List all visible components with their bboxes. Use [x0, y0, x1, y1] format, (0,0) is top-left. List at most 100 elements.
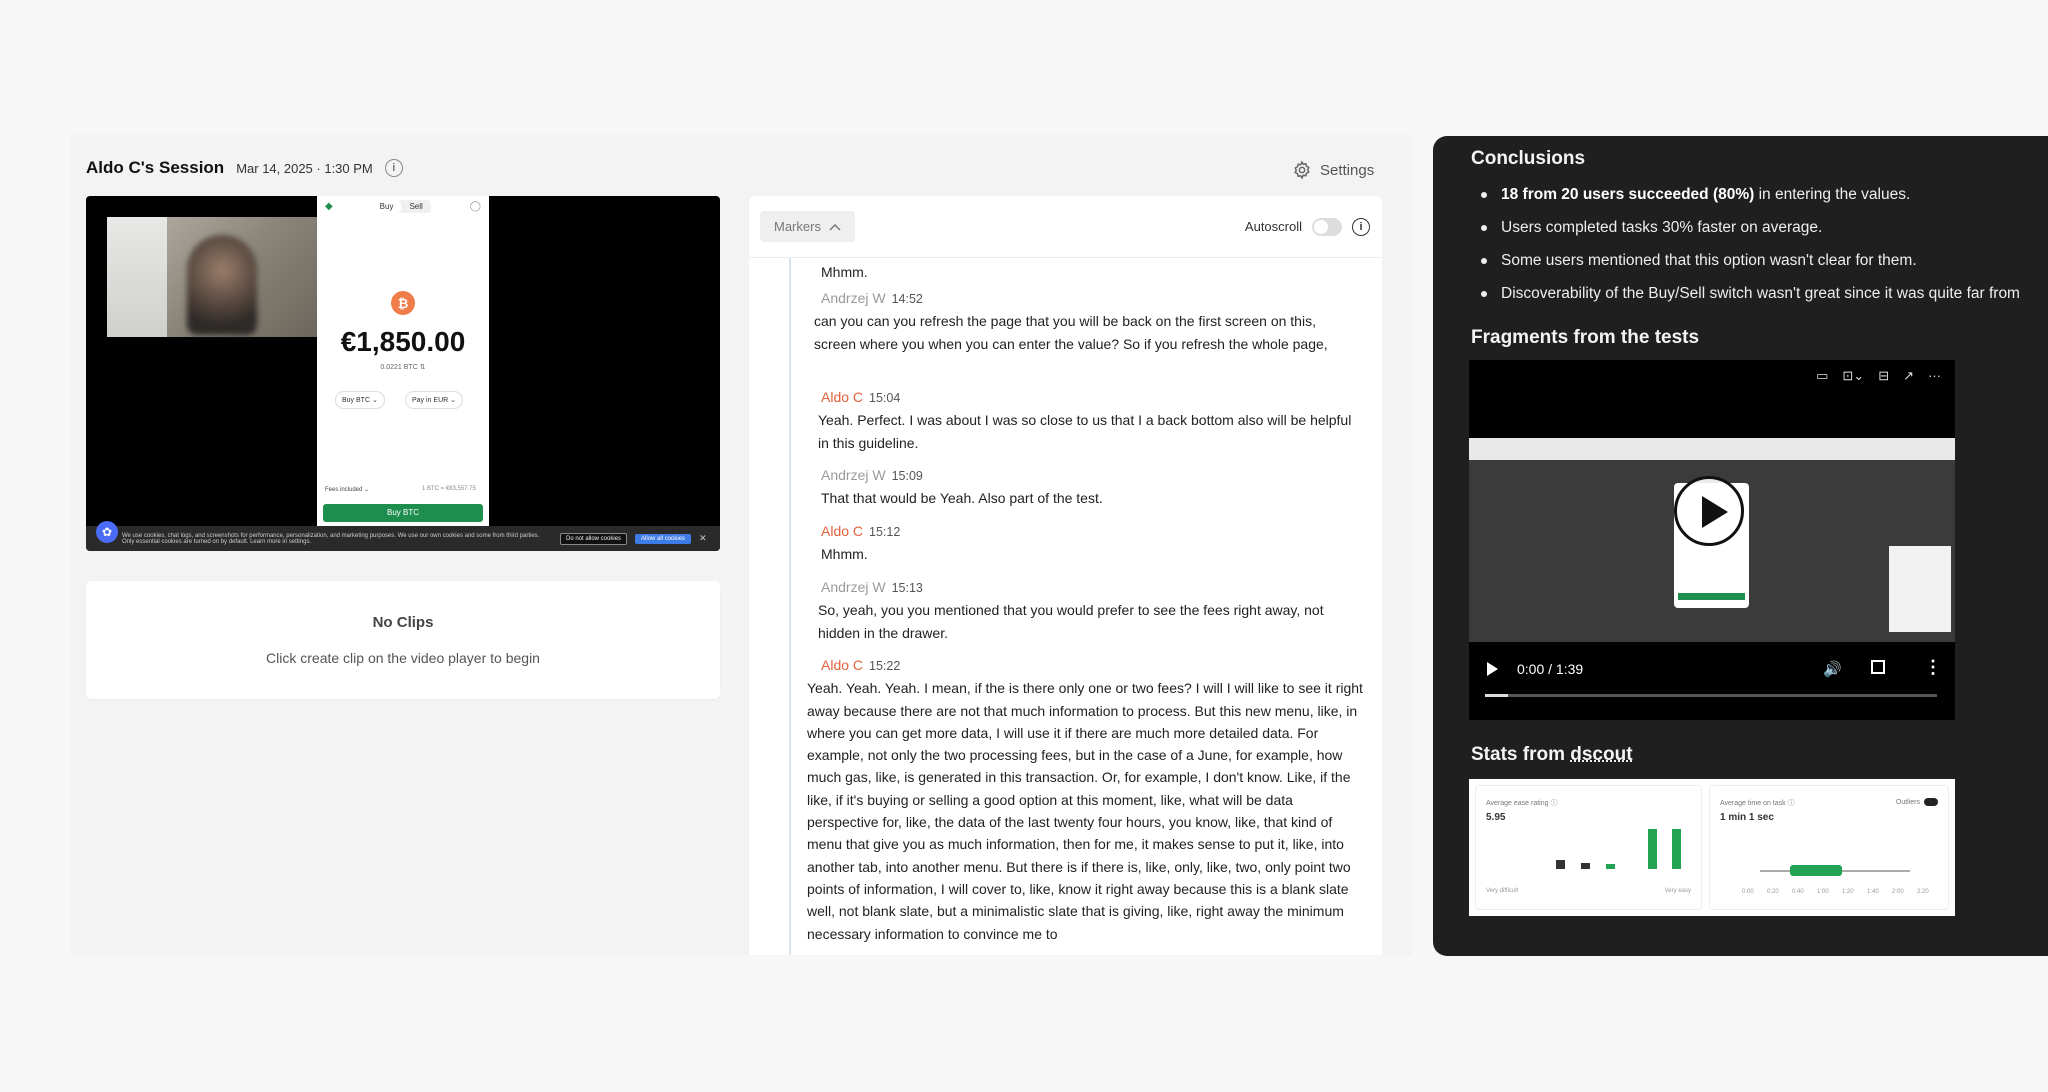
bullet-bold: 18 from 20 users succeeded (80%) [1501, 186, 1755, 203]
time-axis-tick: 0:00 [1742, 889, 1754, 895]
buy-tab: Buy [371, 200, 402, 213]
cookie-banner: We use cookies, chat logs, and screensho… [86, 526, 720, 551]
bitcoin-icon: ₿ [391, 291, 415, 315]
dscout-link[interactable]: dscout [1570, 744, 1632, 765]
buy-btc-button: Buy BTC [323, 504, 483, 522]
video-progress[interactable] [1485, 694, 1937, 697]
settings-button[interactable]: Settings [1292, 160, 1374, 180]
shared-app-screen: ◆ Buy Sell ◯ ₿ €1,850.00 0.0221 BTC ⇅ Bu… [317, 196, 489, 526]
ease-bar [1581, 863, 1590, 869]
transcript-entry[interactable]: Andrzej W 15:09 That that would be Yeah. … [821, 464, 1361, 510]
fees-value: 1 BTC = €83,557.75 [422, 486, 476, 492]
participant-face [187, 235, 257, 335]
autoscroll-toggle[interactable] [1312, 217, 1342, 236]
outliers-toggle[interactable] [1924, 798, 1938, 806]
more-vertical-icon[interactable]: ⋮ [1924, 658, 1942, 676]
volume-icon[interactable]: 🔊 [1823, 660, 1842, 678]
ease-bar [1648, 829, 1657, 869]
time-axis-tick: 1:40 [1867, 889, 1879, 895]
cookie-settings-icon: ✿ [96, 521, 118, 543]
cookie-accept-button: Allow all cookies [635, 533, 692, 544]
time-axis-tick: 0:20 [1767, 889, 1779, 895]
buy-btc-pill: Buy BTC ⌄ [335, 391, 385, 409]
pay-eur-pill: Pay in EUR ⌄ [405, 391, 463, 409]
fragment-video-player[interactable]: ▭ ⊡⌄ ⊟ ↗ ··· 0:00 / 1:39 🔊 ⋮ [1469, 360, 1955, 720]
stats-card: Average ease rating ⓘ 5.95 Very difficul… [1469, 779, 1955, 916]
ease-low-label: Very difficult [1486, 888, 1519, 894]
transcript-entry[interactable]: Andrzej W 15:13 So, yeah, you you mention… [818, 576, 1368, 644]
clips-title: No Clips [372, 614, 434, 631]
speaker-name: Aldo C [821, 389, 864, 405]
entry-text: That that would be Yeah. Also part of th… [821, 490, 1103, 507]
fullscreen-icon[interactable] [1871, 660, 1885, 674]
play-icon[interactable] [1674, 476, 1744, 546]
timestamp: 15:22 [869, 659, 901, 673]
entry-text: So, yeah, you you mentioned that you wou… [818, 602, 1324, 641]
markers-button[interactable]: Markers [760, 211, 855, 242]
autoscroll-control: Autoscroll i [1244, 217, 1370, 236]
cookie-decline-button: Do not allow cookies [560, 532, 628, 545]
ease-bar [1672, 829, 1681, 869]
fragments-title: Fragments from the tests [1471, 327, 1700, 348]
conclusions-list: 18 from 20 users succeeded (80%) in ente… [1471, 178, 2048, 310]
info-icon[interactable]: i [384, 159, 403, 177]
cookie-text: We use cookies, chat logs, and screensho… [122, 532, 540, 545]
ease-high-label: Very easy [1664, 888, 1691, 894]
ease-label: Average ease rating ⓘ [1486, 800, 1558, 807]
list-item: Users completed tasks 30% faster on aver… [1471, 211, 2048, 244]
stats-title: Stats from dscout [1471, 744, 1633, 766]
entry-text: Yeah. Yeah. Yeah. I mean, if the is ther… [807, 680, 1363, 942]
time-axis-tick: 1:00 [1817, 889, 1829, 895]
transcript-panel[interactable]: Markers Autoscroll i Mhmm. Andrzej W 14:5… [749, 196, 1382, 955]
speaker-name: Andrzej W [821, 290, 886, 306]
timestamp: 15:13 [891, 581, 923, 595]
ease-bar [1556, 860, 1565, 869]
outliers-label: Outliers [1895, 798, 1920, 806]
layout-icon[interactable]: ⊡⌄ [1842, 368, 1864, 384]
sell-tab: Sell [409, 202, 423, 211]
settings-label: Settings [1320, 161, 1375, 179]
buy-sell-toggle: Buy Sell [371, 200, 431, 213]
transcript-entry[interactable]: Aldo C 15:22 Yeah. Yeah. Yeah. I mean, if… [807, 654, 1365, 945]
session-video-player[interactable]: ◆ Buy Sell ◯ ₿ €1,850.00 0.0221 BTC ⇅ Bu… [86, 196, 720, 551]
speaker-name: Andrzej W [821, 467, 886, 483]
transcript-entry[interactable]: Mhmm. [821, 261, 1361, 283]
amount-display: €1,850.00 [340, 326, 466, 357]
entry-text: can you can you refresh the page that yo… [814, 313, 1328, 352]
profile-icon: ◯ [469, 201, 481, 212]
transcript-toolbar: Markers Autoscroll i [749, 196, 1382, 258]
open-external-icon[interactable]: ↗ [1903, 368, 1914, 384]
time-axis-tick: 2:00 [1892, 889, 1904, 895]
entry-text: Mhmm. [821, 546, 868, 563]
conclusions-title: Conclusions [1471, 148, 1586, 169]
transcript-entry[interactable]: Andrzej W 14:52 can you can you refresh t… [814, 287, 1354, 355]
present-icon[interactable]: ⊟ [1878, 368, 1889, 384]
ease-rating-box: Average ease rating ⓘ 5.95 Very difficul… [1475, 785, 1702, 910]
video-controls: 0:00 / 1:39 🔊 ⋮ [1469, 642, 1955, 720]
comment-icon[interactable]: ▭ [1816, 368, 1828, 384]
time-axis-tick: 1:20 [1842, 889, 1854, 895]
timestamp: 15:04 [869, 391, 901, 405]
bullet-text: in entering the values. [1754, 186, 1911, 203]
session-date: Mar 14, 2025 · 1:30 PM [236, 160, 373, 176]
chevron-up-icon [829, 223, 841, 231]
time-on-task-box: Average time on task ⓘ 1 min 1 sec Outli… [1709, 785, 1949, 910]
transcript-entry[interactable]: Aldo C 15:12 Mhmm. [821, 520, 1361, 566]
list-item: Some users mentioned that this option wa… [1471, 244, 2048, 277]
speaker-name: Aldo C [821, 523, 864, 539]
transcript-entry[interactable]: Aldo C 15:04 Yeah. Perfect. I was about I… [818, 386, 1358, 454]
time-axis-tick: 0:40 [1792, 889, 1804, 895]
autoscroll-label: Autoscroll [1244, 219, 1302, 234]
progress-fill [1485, 694, 1508, 697]
ease-value: 5.95 [1486, 812, 1506, 823]
time-axis-tick: 2:20 [1917, 889, 1929, 895]
info-icon[interactable]: i [1352, 217, 1370, 236]
play-button[interactable] [1487, 662, 1498, 676]
stats-title-prefix: Stats from [1471, 744, 1571, 765]
more-icon[interactable]: ··· [1928, 368, 1941, 384]
fees-label: Fees included ⌄ [325, 487, 370, 493]
clips-panel: No Clips Click create clip on the video … [86, 581, 720, 699]
close-icon: ✕ [699, 533, 707, 543]
entry-text: Yeah. Perfect. I was about I was so clos… [818, 412, 1352, 451]
list-item: Discoverability of the Buy/Sell switch w… [1471, 277, 2048, 310]
